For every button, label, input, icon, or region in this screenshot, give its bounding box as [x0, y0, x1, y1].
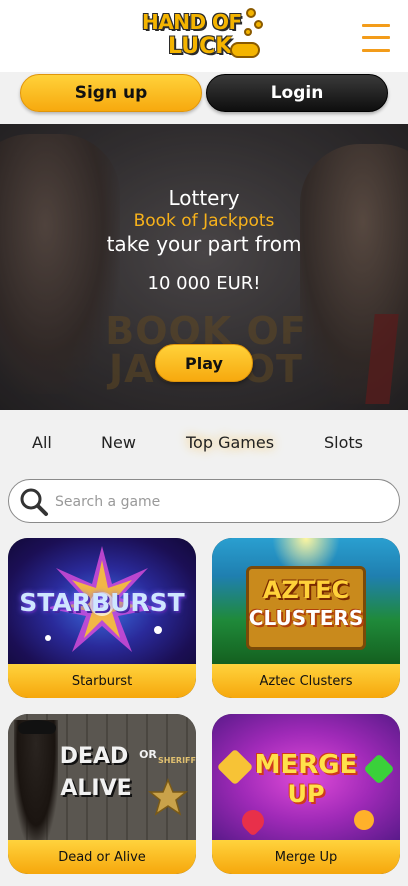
game-card-aztec-clusters[interactable]: AZTEC CLUSTERS Aztec Clusters	[212, 538, 400, 698]
game-thumbnail-dead-or-alive: DEAD OR ALIVE SHERIFF	[8, 714, 196, 840]
tab-top-games[interactable]: Top Games	[186, 428, 274, 456]
promo-banner: BOOK OF JACKPOT Lottery Book of Jackpots…	[0, 124, 408, 410]
game-name-dead-or-alive: Dead or Alive	[8, 840, 196, 874]
tab-new[interactable]: New	[101, 428, 136, 456]
tab-all[interactable]: All	[32, 428, 52, 456]
hand-of-luck-logo[interactable]: HAND OF LUCK	[138, 6, 270, 64]
gem-orange-icon	[354, 810, 374, 830]
coin-icon	[246, 8, 256, 18]
aztec-art-title-1: AZTEC	[262, 576, 350, 604]
game-name-aztec-clusters: Aztec Clusters	[212, 664, 400, 698]
auth-bar: Sign up Login	[0, 72, 408, 124]
game-card-dead-or-alive[interactable]: DEAD OR ALIVE SHERIFF Dead or Alive	[8, 714, 196, 874]
header: HAND OF LUCK	[0, 0, 408, 72]
game-card-merge-up[interactable]: MERGE UP Merge Up	[212, 714, 400, 874]
hamburger-menu-icon[interactable]	[362, 22, 390, 54]
merge-up-art-title-2: UP	[287, 780, 325, 808]
tab-slots[interactable]: Slots	[324, 428, 363, 456]
coin-icon	[254, 20, 263, 29]
search-input[interactable]	[55, 488, 385, 516]
play-button[interactable]: Play	[155, 344, 253, 382]
banner-line-prize: 10 000 EUR!	[147, 273, 261, 294]
game-thumbnail-merge-up: MERGE UP	[212, 714, 400, 840]
game-name-starburst: Starburst	[8, 664, 196, 698]
game-category-tabs: All New Top Games Slots	[0, 428, 408, 458]
aztec-art-title-2: CLUSTERS	[248, 606, 364, 630]
logo-line1: HAND OF	[142, 10, 242, 34]
search-bar	[8, 479, 400, 523]
sheriff-badge-icon	[148, 778, 188, 816]
starburst-art-title: STARBURST	[19, 588, 185, 617]
banner-line-lottery: Lottery	[168, 186, 240, 210]
merge-up-art-title-1: MERGE	[254, 750, 358, 780]
coin-stack-icon	[230, 42, 260, 58]
coin-icon	[244, 28, 252, 36]
sheriff-badge-text: SHERIFF	[158, 756, 196, 765]
login-button[interactable]: Login	[206, 74, 388, 112]
gem-heart-icon	[237, 805, 269, 837]
banner-line-take-part: take your part from	[106, 232, 302, 256]
game-card-starburst[interactable]: STARBURST Starburst	[8, 538, 196, 698]
search-icon[interactable]	[19, 487, 49, 517]
sign-up-button[interactable]: Sign up	[20, 74, 202, 112]
logo-line2: LUCK	[168, 34, 233, 59]
game-thumbnail-starburst: STARBURST	[8, 538, 196, 664]
game-name-merge-up: Merge Up	[212, 840, 400, 874]
cowboy-hat-icon	[18, 720, 56, 734]
game-thumbnail-aztec-clusters: AZTEC CLUSTERS	[212, 538, 400, 664]
banner-line-game-name: Book of Jackpots	[133, 211, 275, 231]
